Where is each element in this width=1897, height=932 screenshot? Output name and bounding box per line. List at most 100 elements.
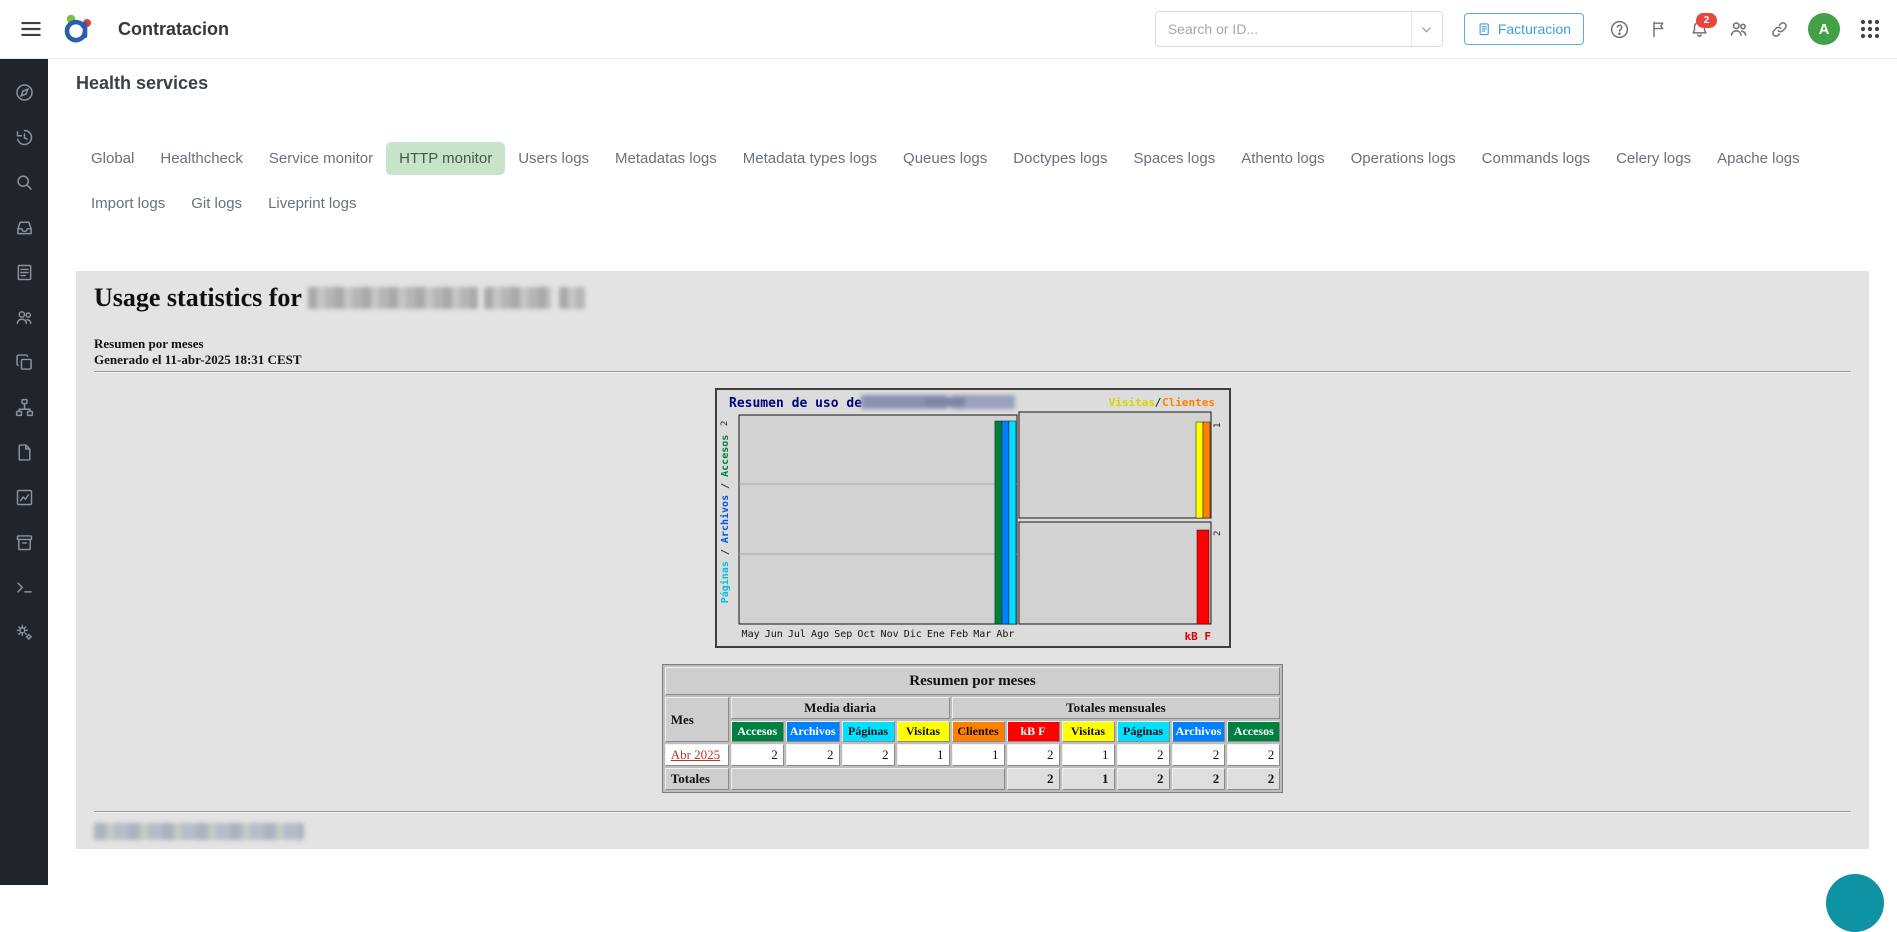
tab-liveprint-logs[interactable]: Liveprint logs xyxy=(255,187,369,220)
tab-apache-logs[interactable]: Apache logs xyxy=(1704,142,1813,175)
redacted-site-name-3 xyxy=(559,287,585,309)
kb-axis-label: kB F xyxy=(1184,630,1211,643)
col-header: Visitas xyxy=(897,721,950,742)
totals-spacer xyxy=(731,768,1005,790)
archive-box-icon xyxy=(14,532,35,553)
help-button[interactable] xyxy=(1608,18,1630,40)
value-cell: 2 xyxy=(1227,744,1280,766)
gears-icon xyxy=(14,622,35,643)
tab-healthcheck[interactable]: Healthcheck xyxy=(147,142,256,175)
value-cell: 2 xyxy=(1117,744,1170,766)
tab-metadatas-logs[interactable]: Metadatas logs xyxy=(602,142,730,175)
month-tick-label: May xyxy=(741,629,759,640)
report-heading: Usage statistics for xyxy=(94,284,1869,312)
col-header: Archivos xyxy=(786,721,840,742)
chart-legend-visits: Visitas xyxy=(1108,396,1154,409)
left-axis-label: Páginas / Archivos / Accesos xyxy=(719,435,731,604)
file-icon xyxy=(14,442,35,463)
tab-metadata-types-logs[interactable]: Metadata types logs xyxy=(730,142,890,175)
col-header: Visitas xyxy=(1062,721,1115,742)
search-scope-dropdown[interactable] xyxy=(1411,12,1442,46)
sidebar-item-history[interactable] xyxy=(0,115,48,160)
sidebar-item-inbox[interactable] xyxy=(0,205,48,250)
chevron-down-icon xyxy=(1419,22,1434,37)
tab-users-logs[interactable]: Users logs xyxy=(505,142,602,175)
chat-fab-button[interactable] xyxy=(1826,874,1884,932)
tab-http-monitor[interactable]: HTTP monitor xyxy=(386,142,505,175)
athento-logo[interactable] xyxy=(60,10,98,48)
col-header: Páginas xyxy=(1117,721,1170,742)
main-content: Health services Global Healthcheck Servi… xyxy=(48,58,1897,885)
topbar-icons: 2 xyxy=(1608,18,1790,40)
users-icon xyxy=(1728,18,1750,40)
tab-commands-logs[interactable]: Commands logs xyxy=(1469,142,1603,175)
divider xyxy=(94,811,1851,813)
apps-menu-button[interactable] xyxy=(1858,17,1882,41)
redacted-site-name-2 xyxy=(484,287,552,309)
compass-icon xyxy=(14,82,35,103)
tab-service-monitor[interactable]: Service monitor xyxy=(256,142,386,175)
user-avatar[interactable]: A xyxy=(1808,13,1840,45)
analytics-chart-icon xyxy=(14,487,35,508)
table-color-header-row: Accesos Archivos Páginas Visitas Cliente… xyxy=(665,721,1281,742)
sidebar-item-analytics[interactable] xyxy=(0,475,48,520)
redacted-footer-text xyxy=(94,823,304,840)
value-cell: 2 xyxy=(842,744,895,766)
notifications-button[interactable]: 2 xyxy=(1688,18,1710,40)
tab-global[interactable]: Global xyxy=(78,142,147,175)
sidebar-item-spaces[interactable] xyxy=(0,340,48,385)
sidebar-item-terminal[interactable] xyxy=(0,565,48,610)
facturacion-label: Facturacion xyxy=(1498,21,1571,37)
tab-queues-logs[interactable]: Queues logs xyxy=(890,142,1000,175)
tab-spaces-logs[interactable]: Spaces logs xyxy=(1120,142,1228,175)
terminal-icon xyxy=(14,577,35,598)
sidebar-item-users[interactable] xyxy=(0,295,48,340)
history-icon xyxy=(14,127,35,148)
chart-main-plot xyxy=(739,415,1017,624)
tab-athento-logs[interactable]: Athento logs xyxy=(1228,142,1337,175)
sidebar-item-settings[interactable] xyxy=(0,610,48,655)
tab-import-logs[interactable]: Import logs xyxy=(78,187,178,220)
value-cell: 2 xyxy=(1172,744,1226,766)
chart-visits-plot xyxy=(1019,412,1211,518)
col-header: Páginas xyxy=(842,721,895,742)
table-totals-row: Totales 2 1 2 2 2 xyxy=(665,768,1281,790)
report-heading-text: Usage statistics for xyxy=(94,283,301,312)
month-tick-label: Ago xyxy=(811,629,829,640)
chart-main-bars xyxy=(994,421,1015,624)
value-cell: 2 xyxy=(786,744,840,766)
global-search xyxy=(1155,11,1443,47)
sidebar-item-documents[interactable] xyxy=(0,250,48,295)
facturacion-button[interactable]: Facturacion xyxy=(1464,13,1584,45)
integrations-button[interactable] xyxy=(1768,18,1790,40)
topbar: Contratacion Facturacion 2 A xyxy=(0,0,1897,59)
hierarchy-icon xyxy=(14,397,35,418)
sidebar-item-dashboard[interactable] xyxy=(0,70,48,115)
tab-git-logs[interactable]: Git logs xyxy=(178,187,255,220)
tab-operations-logs[interactable]: Operations logs xyxy=(1338,142,1469,175)
grid-icon xyxy=(1858,17,1882,41)
app-title: Contratacion xyxy=(118,19,229,40)
flag-button[interactable] xyxy=(1648,18,1670,40)
redacted-site-name xyxy=(308,287,478,309)
report-summary-label: Resumen por meses xyxy=(94,336,1869,351)
sidebar-item-search[interactable] xyxy=(0,160,48,205)
sidebar-item-workflows[interactable] xyxy=(0,385,48,430)
search-input[interactable] xyxy=(1156,21,1411,37)
col-header: Archivos xyxy=(1172,721,1226,742)
hamburger-menu-icon[interactable] xyxy=(18,16,44,42)
month-link[interactable]: Abr 2025 xyxy=(671,747,720,762)
sidebar-item-archive[interactable] xyxy=(0,520,48,565)
total-cell: 2 xyxy=(1227,768,1280,790)
users-button[interactable] xyxy=(1728,18,1750,40)
help-icon xyxy=(1609,19,1630,40)
month-tick-label: Abr xyxy=(996,629,1014,640)
invoice-icon xyxy=(1477,22,1492,37)
left-scale-max: 2 xyxy=(720,421,730,426)
col-header: kB F xyxy=(1007,721,1060,742)
value-cell: 1 xyxy=(897,744,950,766)
tab-doctypes-logs[interactable]: Doctypes logs xyxy=(1000,142,1120,175)
tab-celery-logs[interactable]: Celery logs xyxy=(1603,142,1704,175)
inbox-icon xyxy=(14,217,35,238)
sidebar-item-files[interactable] xyxy=(0,430,48,475)
